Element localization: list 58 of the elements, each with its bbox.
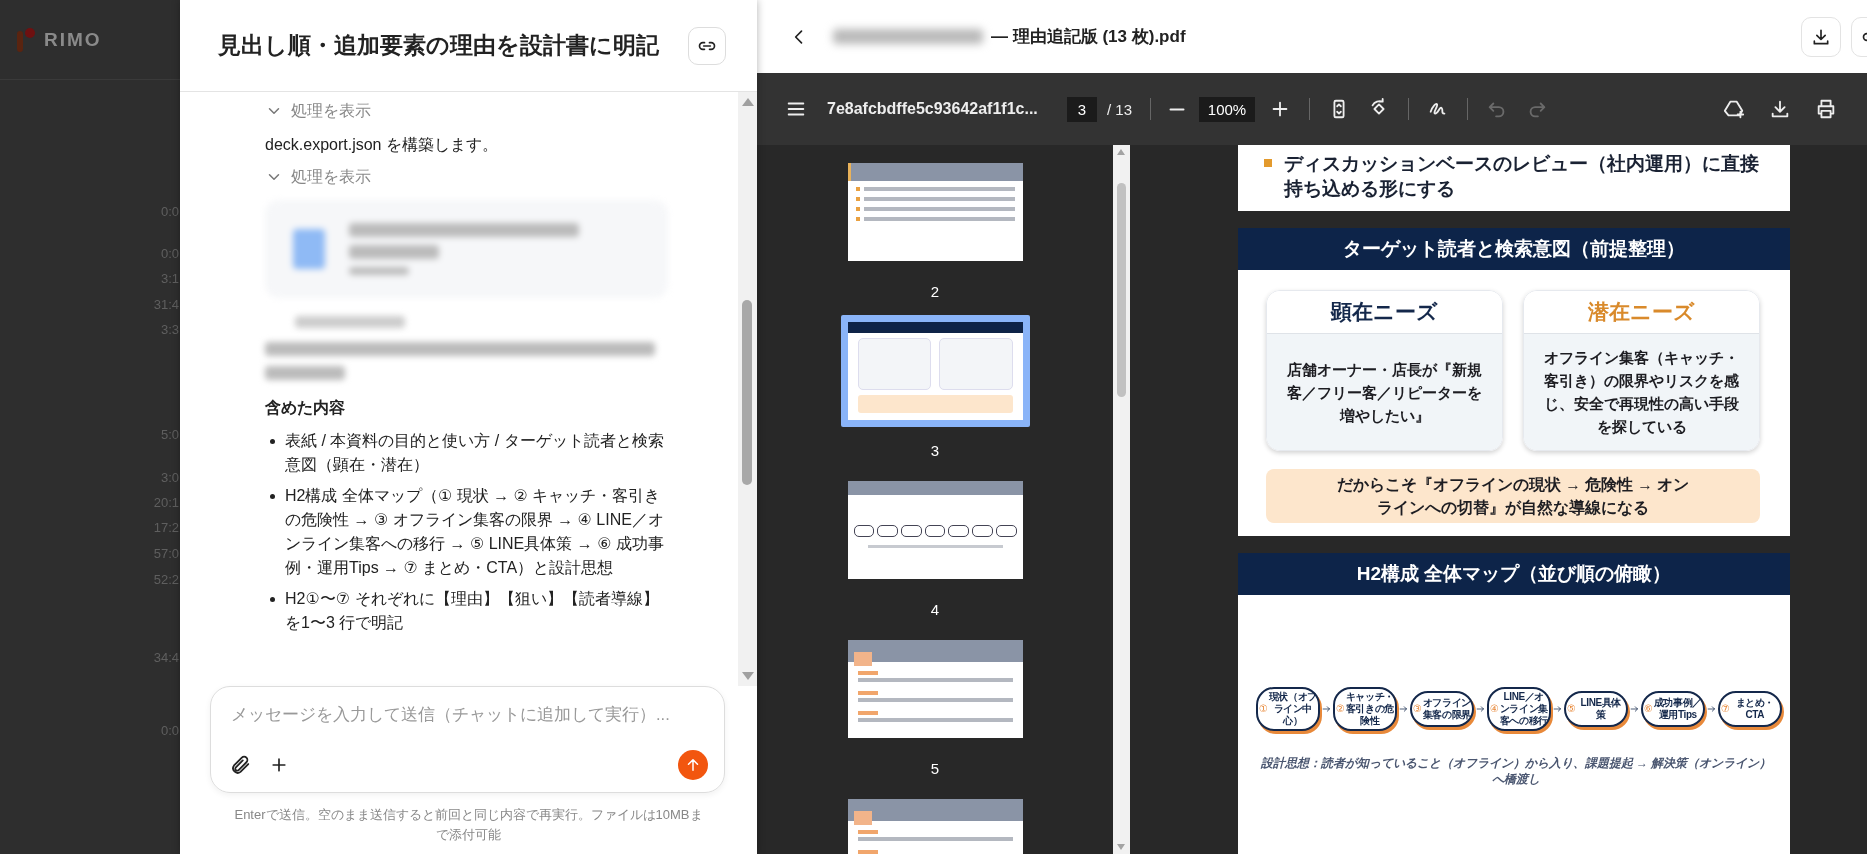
bullet-icon	[270, 597, 275, 602]
print-icon	[1815, 98, 1837, 120]
arrow-right-icon	[1322, 704, 1331, 714]
page-number: 5	[930, 759, 940, 779]
arrow-right-icon	[1476, 704, 1485, 714]
conclusion-banner: だからこそ『オフラインの現状 → 危険性 → オンラインへの切替』が自然な導線になる	[1266, 469, 1760, 523]
send-button[interactable]	[678, 750, 708, 780]
attach-button[interactable]	[229, 754, 251, 776]
page-number: 4	[930, 600, 940, 620]
chat-title: 見出し順・追加要素の理由を設計書に明記	[218, 31, 659, 60]
minus-icon	[1169, 107, 1186, 111]
card-title: 潜在ニーズ	[1524, 291, 1759, 334]
document-title: — 理由追記版 (13 枚).pdf	[991, 26, 1186, 48]
app-logo-text: RIMO	[44, 28, 102, 51]
list-item-text: H2①〜⑦ それぞれに【理由】【狙い】【読者導線】を1〜3 行で明記	[285, 589, 660, 633]
list-item-text: H2構成 全体マップ（① 現状 → ② キャッチ・客引きの危険性 → ③ オフライン集客の限界 → ④ LINE／オンライン集客への移行 → ⑤ LINE具体策 → ⑥ 成功事例・運用Tips → ⑦ まとめ・CTA）と設計思想	[285, 486, 665, 578]
scrollbar[interactable]	[738, 92, 757, 686]
logo-mark-icon	[16, 26, 36, 53]
show-process-toggle[interactable]: 処理を表示	[265, 160, 371, 194]
list-item-text: 表紙 / 本資料の目的と使い方 / ターゲット読者と検索意図（顕在・潜在）	[285, 431, 665, 475]
paperclip-icon	[229, 754, 251, 776]
bullet-icon	[270, 494, 275, 499]
flow-step: ④ LINE／オンライン集客への移行	[1487, 687, 1551, 731]
download-button[interactable]	[1801, 16, 1841, 57]
show-process-toggle[interactable]: 処理を表示	[265, 94, 371, 128]
triangle-plus-icon	[1723, 98, 1745, 120]
message-text: deck.export.json を構築します。	[265, 135, 499, 155]
triangle-plus-button[interactable]	[1723, 98, 1745, 120]
design-note: 設計思想：読者が知っていること（オフライン）から入り、課題提起 → 解決策（オンライン）へ橋渡し	[1259, 755, 1773, 787]
input-hint: Enterで送信。空のまま送信すると前回と同じ内容で再実行。ファイルは10MBまで添付可能	[233, 806, 704, 844]
zoom-field[interactable]: 100%	[1199, 96, 1256, 122]
print-button[interactable]	[1815, 98, 1837, 120]
page-number: 2	[930, 282, 940, 302]
flow-step: ② キャッチ・客引きの危険性	[1333, 687, 1397, 731]
link-button[interactable]	[688, 26, 726, 65]
bullet-icon	[270, 439, 275, 444]
section-heading: 含めた内容	[265, 398, 346, 418]
scrollbar[interactable]	[1113, 145, 1130, 854]
download-icon	[1769, 98, 1791, 120]
page-total: / 13	[1107, 100, 1133, 118]
slide-bullet-text: ディスカッションベースのレビュー（社内運用）に直接持ち込める形にする	[1284, 152, 1760, 201]
arrow-right-icon	[1553, 704, 1562, 714]
arrow-right-icon	[1399, 704, 1408, 714]
slide-title: ターゲット読者と検索意図（前提整理）	[1238, 228, 1790, 270]
page-field[interactable]: 3	[1067, 96, 1097, 122]
arrow-right-icon	[1630, 704, 1639, 714]
download-button[interactable]	[1769, 98, 1791, 120]
card-text: 店舗オーナー・店長が『新規客／フリー客／リピーターを増やしたい』	[1267, 334, 1502, 450]
file-name: 7e8afcbdffe5c93642af1f1c...	[827, 100, 1039, 118]
card-title: 顕在ニーズ	[1267, 291, 1502, 334]
card-text: オフライン集客（キャッチ・客引き）の限界やリスクを感じ、安全で再現性の高い手段を探している	[1524, 334, 1759, 450]
message-field[interactable]: メッセージを入力して送信（チャットに追加して実行）...	[229, 701, 712, 728]
page-thumbnail[interactable]	[840, 315, 1030, 427]
arrow-right-icon	[1707, 704, 1716, 714]
page-number: 3	[930, 441, 940, 461]
bullet-icon	[1264, 159, 1272, 167]
minus-button[interactable]	[1169, 107, 1186, 111]
slide-title: H2構成 全体マップ（並び順の俯瞰）	[1238, 553, 1790, 595]
